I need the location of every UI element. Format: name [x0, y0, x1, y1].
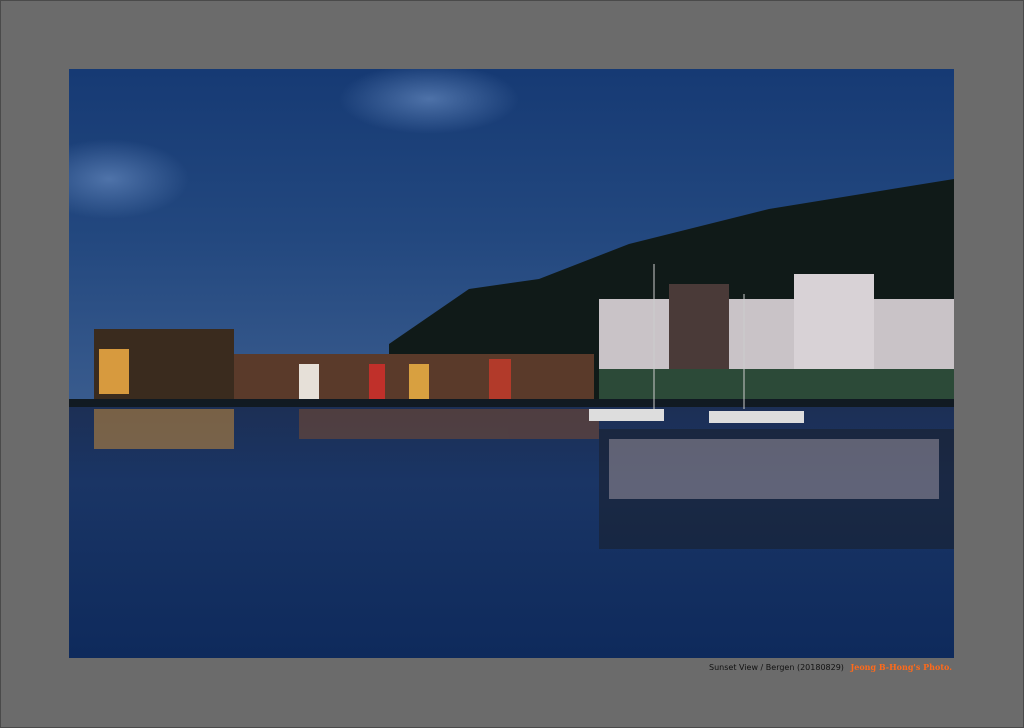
quay — [69, 399, 954, 407]
caption-title: Sunset View / Bergen (20180829) — [709, 663, 844, 672]
photo-credit: Jeong B-Hong's Photo. — [850, 662, 952, 672]
photo-bergen-harbor — [69, 69, 954, 658]
photo-caption: Sunset View / Bergen (20180829) Jeong B-… — [709, 662, 952, 672]
